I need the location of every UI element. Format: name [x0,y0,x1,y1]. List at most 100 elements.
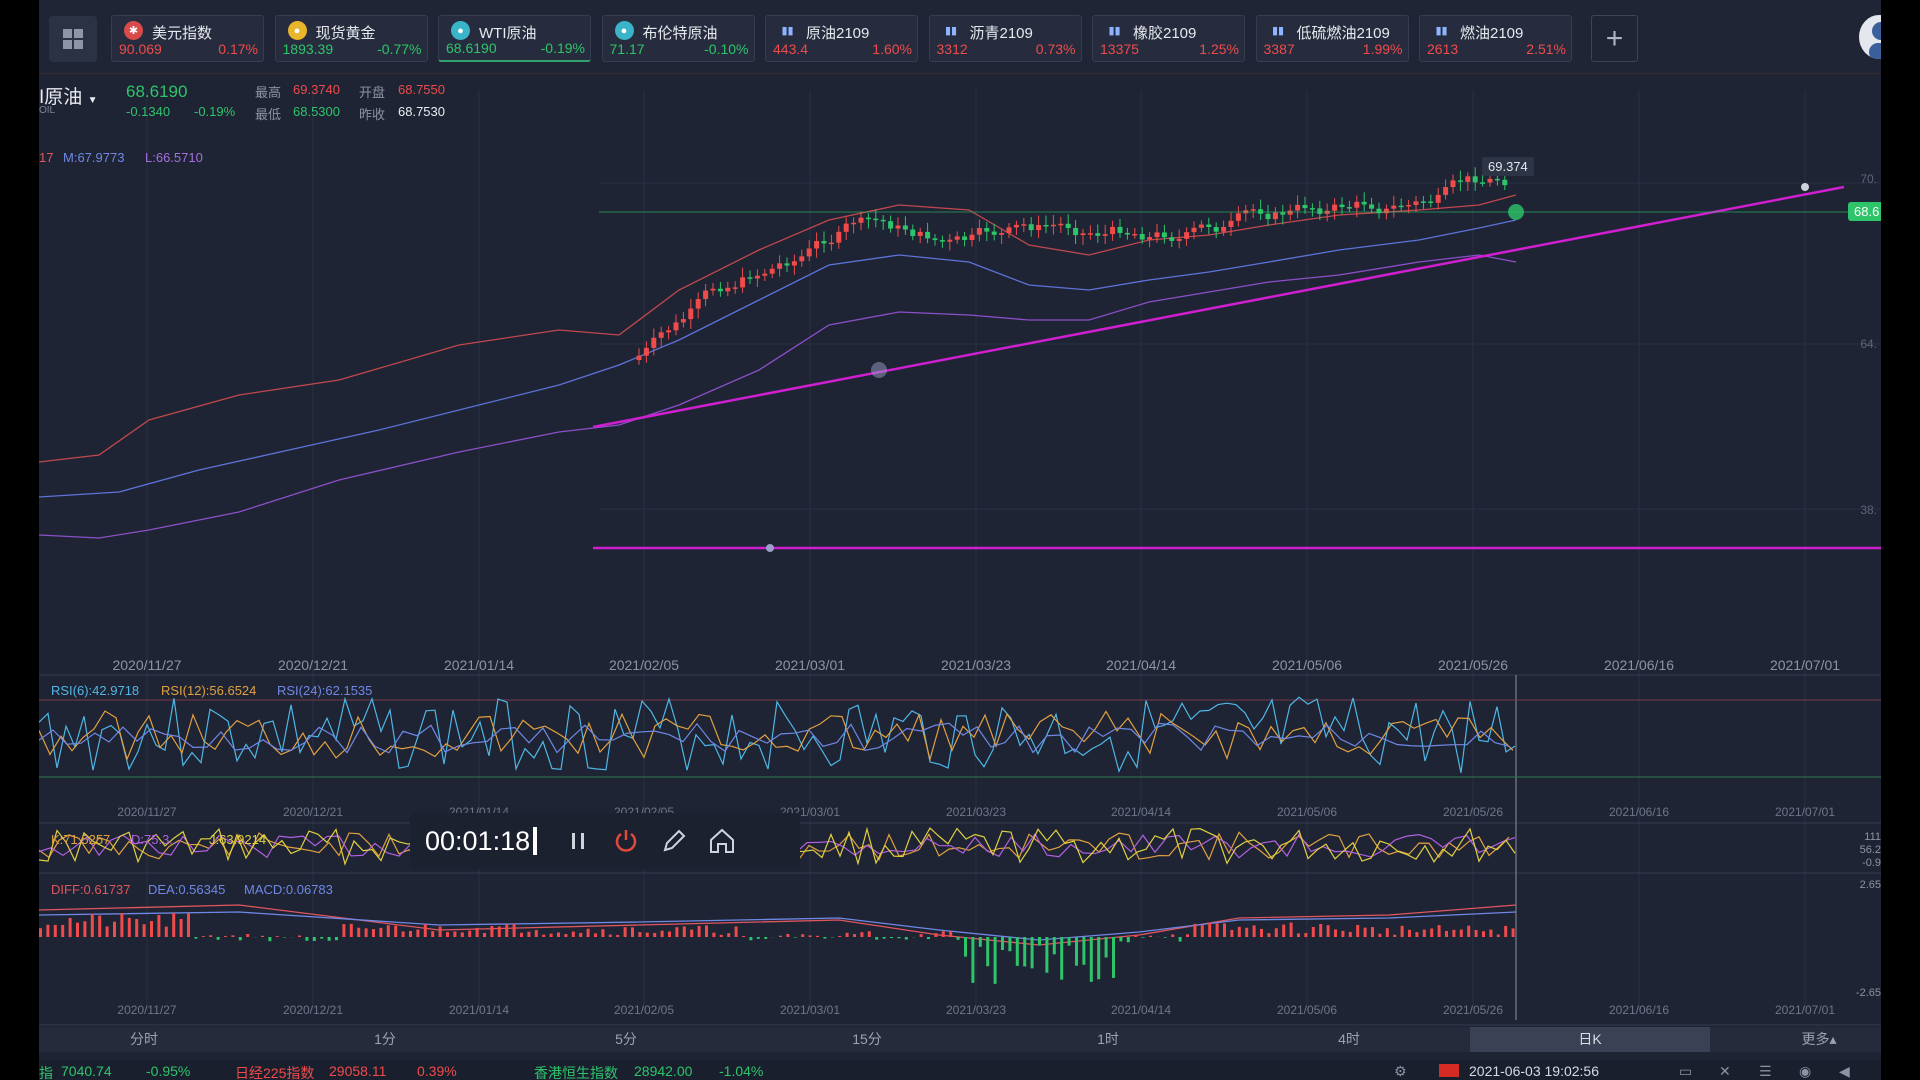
candle-body [888,221,894,229]
period-tab[interactable]: 5分 [506,1027,746,1052]
macd-histogram-bar [431,931,435,937]
camera-icon[interactable]: ◉ [1799,1063,1811,1080]
trendline-handle [1801,183,1809,191]
candle-body [1339,204,1345,208]
macd-histogram-bar [231,935,235,937]
rsi12-label: RSI(12):56.6524 [161,683,257,698]
macd-histogram-bar [460,932,464,937]
ticker-price: 3312 [936,41,968,57]
period-tab[interactable]: 1时 [988,1027,1228,1052]
macd-histogram-bar [1267,933,1271,937]
ticker-card[interactable]: ▮▮ 低硫燃油2109 3387 1.99% [1255,15,1409,62]
tools-icon[interactable]: ✕ [1719,1063,1731,1080]
macd-histogram-bar [668,931,671,937]
candle-body [1087,233,1093,235]
boll-lower-band [39,254,1517,539]
macd-diff-label: DIFF:0.61737 [51,882,131,897]
candle-body [1110,226,1116,235]
macd-histogram-bar [1075,937,1078,966]
macd-diff-line [39,904,1517,946]
macd-histogram-bar [1415,932,1419,937]
status-index1-name[interactable]: 指 [39,1063,53,1080]
macd-dea-line [39,911,1517,941]
status-index2-name[interactable]: 日经225指数 [235,1063,314,1080]
macd-dea-label: DEA:0.56345 [148,882,226,897]
candle-body [732,287,738,289]
candle-body [1487,178,1493,183]
macd-histogram-bar [113,921,116,937]
boll-upper-band [39,194,1517,463]
candle-body [1176,238,1182,241]
macd-histogram-bar [194,937,198,939]
add-ticker-button[interactable]: + [1591,15,1638,62]
candle-body [710,288,716,291]
annotate-button[interactable] [657,824,691,858]
ticker-card[interactable]: ▮▮ 橡胶2109 13375 1.25% [1092,15,1245,62]
window-icon[interactable]: ▭ [1679,1063,1692,1080]
macd-histogram-bar [1252,925,1256,937]
period-tab[interactable]: 日K [1470,1027,1710,1052]
power-icon [615,830,637,852]
ticker-card[interactable]: ▮▮ 沥青2109 3312 0.73% [928,15,1082,62]
macd-histogram-bar [1334,929,1337,937]
macd-histogram-bar [749,937,753,941]
macd-histogram-bar [993,937,997,984]
candle-body [925,231,931,239]
candle-body [1006,227,1012,234]
pause-recording-button[interactable] [561,824,595,858]
ticker-pct: 1.25% [1199,41,1239,57]
macd-histogram-bar [1430,928,1434,937]
ticker-card[interactable]: ● 布伦特原油 71.17 -0.10% [601,15,755,62]
recording-timer: 00:01:18 [425,825,531,856]
more-periods-button[interactable]: 更多▴ [1759,1027,1879,1052]
period-tab[interactable]: 1分 [265,1027,505,1052]
macd-histogram-bar [1297,933,1300,937]
macd-histogram-bar [1356,924,1360,937]
macd-histogram-bar [216,937,220,940]
plus-icon: + [1605,21,1624,55]
candle-body [1213,227,1219,232]
macd-histogram-bar [845,932,849,937]
home-button[interactable] [705,824,739,858]
macd-histogram-bar [823,937,827,939]
ticker-card[interactable]: ✱ 美元指数 90.069 0.17% [111,15,264,62]
settings-icon[interactable]: ⚙ [1394,1063,1407,1080]
candle-body [1198,224,1204,228]
candle-body [688,308,694,320]
volume-icon[interactable]: ◀ [1839,1063,1850,1080]
macd-histogram-bar [638,932,642,937]
kdj-axis-label: 111 [1864,831,1881,843]
candle-body [680,319,686,323]
date-tick-label: 2021/05/26 [1438,657,1508,673]
pencil-icon [663,829,686,852]
chevron-down-icon: ▼ [87,95,98,106]
period-tab[interactable]: 4时 [1229,1027,1469,1052]
candle-body [1502,179,1508,186]
grid-menu-button[interactable] [49,16,97,62]
date-tick-label: 2021/06/16 [1609,1003,1669,1017]
ticker-card[interactable]: ▮▮ 原油2109 443.4 1.60% [765,15,918,62]
macd-histogram-bar [1474,929,1478,937]
stop-recording-button[interactable] [609,824,643,858]
date-tick-label: 2021/03/23 [946,805,1006,819]
ticker-card[interactable]: ● 现货黄金 1893.39 -0.77% [274,15,428,62]
macd-histogram-bar [357,927,361,937]
period-tab[interactable]: 分时 [39,1027,264,1052]
avatar[interactable] [1859,15,1881,59]
candle-body [695,299,701,309]
macd-histogram-bar [564,934,568,937]
macd-histogram-bar [1489,929,1493,937]
ticker-card[interactable]: ● WTI原油 68.6190 -0.19% [438,15,591,62]
macd-histogram-bar [727,933,731,937]
status-index3-name[interactable]: 香港恒生指数 [534,1063,618,1080]
date-tick-label: 2021/03/23 [946,1003,1006,1017]
ticker-price: 1893.39 [282,41,334,57]
macd-histogram-bar [608,934,612,937]
macd-histogram-bar [1437,925,1441,937]
ticker-card[interactable]: ▮▮ 燃油2109 2613 2.51% [1419,15,1572,62]
chart-canvas[interactable]: 2020/11/27 2020/12/21 2021/01/14 2021/02/05… [39,0,1881,1027]
period-tab[interactable]: 15分 [747,1027,987,1052]
macd-histogram-bar [135,919,139,937]
rsi6-label: RSI(6):42.9718 [51,683,140,698]
list-icon[interactable]: ☰ [1759,1063,1772,1080]
